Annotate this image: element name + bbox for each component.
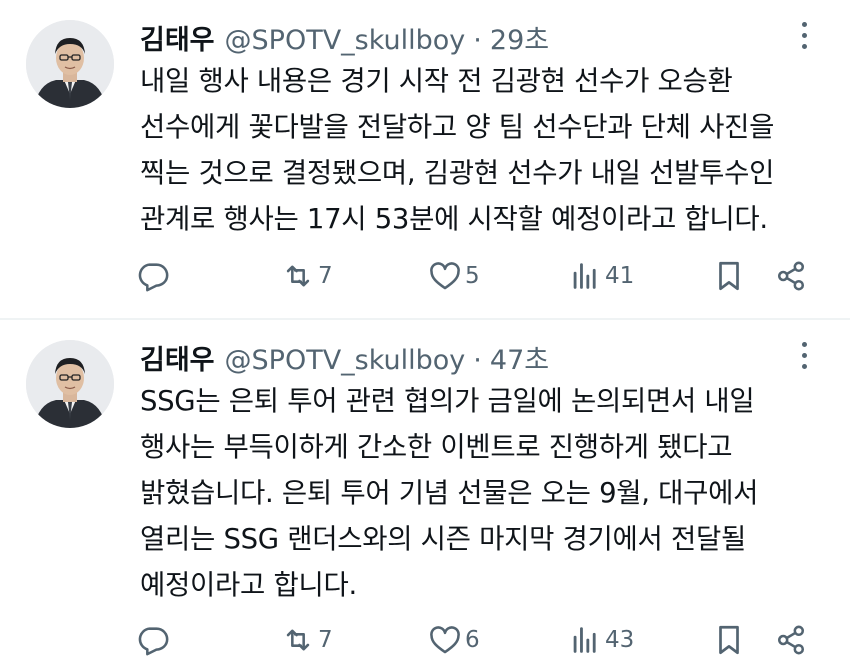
like-icon (430, 262, 460, 290)
views-button[interactable]: 43 (568, 620, 634, 660)
views-icon (573, 263, 596, 289)
bookmark-button[interactable] (712, 256, 746, 296)
bookmark-icon (719, 261, 739, 291)
tweet-text-line: 내일 행사 내용은 경기 시작 전 김광현 선수가 오승환 (140, 65, 733, 97)
action-bar: 7 6 43 (136, 620, 816, 660)
share-icon (777, 261, 805, 291)
avatar[interactable] (26, 20, 114, 108)
tweet-text: SSG는 은퇴 투어 관련 협의가 금일에 논의되면서 내일 행사는 부득이하게… (140, 378, 830, 608)
author-name[interactable]: 김태우 (140, 338, 215, 377)
reply-button[interactable] (136, 620, 170, 660)
views-count: 41 (605, 263, 635, 289)
reply-icon (138, 263, 169, 292)
bookmark-icon (719, 625, 739, 655)
tweet-header: 김태우 @SPOTV_skullboy · 29초 (140, 18, 549, 58)
retweet-icon (286, 265, 310, 287)
like-button[interactable]: 6 (428, 620, 480, 660)
tweet-text-line: 관계로 행사는 17시 53분에 시작할 예정이라고 합니다. (140, 203, 768, 235)
tweet-text-line: 열리는 SSG 랜더스와의 시즌 마지막 경기에서 전달될 (140, 523, 746, 555)
tweet-text: 내일 행사 내용은 경기 시작 전 김광현 선수가 오승환 선수에게 꽃다발을 … (140, 58, 830, 242)
retweet-count: 7 (318, 263, 333, 289)
tweet-header: 김태우 @SPOTV_skullboy · 47초 (140, 338, 549, 378)
tweet-text-line: SSG는 은퇴 투어 관련 협의가 금일에 논의되면서 내일 (140, 385, 755, 417)
separator-dot: · (473, 25, 482, 56)
action-bar: 7 5 41 (136, 256, 816, 296)
bookmark-button[interactable] (712, 620, 746, 660)
tweet-text-line: 예정이라고 합니다. (140, 569, 357, 601)
reply-button[interactable] (136, 256, 170, 296)
separator-dot: · (473, 345, 482, 376)
author-name[interactable]: 김태우 (140, 18, 215, 57)
author-handle[interactable]: @SPOTV_skullboy (225, 345, 466, 376)
reply-icon (138, 627, 169, 656)
more-icon[interactable] (796, 342, 812, 372)
like-button[interactable]: 5 (428, 256, 480, 296)
views-button[interactable]: 41 (568, 256, 634, 296)
share-icon (777, 625, 805, 655)
more-icon[interactable] (796, 22, 812, 52)
like-icon (430, 626, 460, 654)
tweet-text-line: 선수에게 꽃다발을 전달하고 양 팀 선수단과 단체 사진을 (140, 111, 775, 143)
views-count: 43 (605, 627, 635, 653)
tweet[interactable]: 김태우 @SPOTV_skullboy · 47초 SSG는 은퇴 투어 관련 … (0, 320, 850, 670)
like-count: 5 (465, 263, 480, 289)
timestamp[interactable]: 47초 (490, 338, 549, 377)
retweet-button[interactable]: 7 (281, 256, 333, 296)
retweet-icon (286, 629, 310, 651)
tweet-text-line: 밝혔습니다. 은퇴 투어 기념 선물은 오는 9월, 대구에서 (140, 477, 759, 509)
avatar[interactable] (26, 340, 114, 428)
share-button[interactable] (774, 256, 808, 296)
tweet-text-line: 찍는 것으로 결정됐으며, 김광현 선수가 내일 선발투수인 (140, 157, 775, 189)
like-count: 6 (465, 627, 480, 653)
tweet[interactable]: 김태우 @SPOTV_skullboy · 29초 내일 행사 내용은 경기 시… (0, 0, 850, 318)
retweet-count: 7 (318, 627, 333, 653)
timestamp[interactable]: 29초 (490, 18, 549, 57)
tweet-text-line: 행사는 부득이하게 간소한 이벤트로 진행하게 됐다고 (140, 431, 733, 463)
views-icon (573, 627, 596, 653)
share-button[interactable] (774, 620, 808, 660)
retweet-button[interactable]: 7 (281, 620, 333, 660)
author-handle[interactable]: @SPOTV_skullboy (225, 25, 466, 56)
